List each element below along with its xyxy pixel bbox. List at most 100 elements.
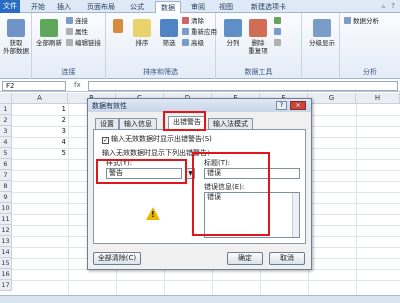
- minimize-icon[interactable]: ▵: [382, 2, 388, 10]
- row-header[interactable]: 13: [0, 236, 12, 247]
- data-analysis-button[interactable]: 数据分析: [344, 17, 379, 26]
- ok-button[interactable]: 确定: [227, 252, 263, 265]
- validation-icon: [274, 17, 281, 24]
- group-sort-filter: 排序 筛选 清除 重新应用 高级 排序和筛选: [106, 13, 217, 79]
- row-header[interactable]: 9: [0, 192, 12, 203]
- group-external-data: 获取 外部数据: [0, 13, 32, 79]
- row-header[interactable]: 14: [0, 247, 12, 258]
- row-header[interactable]: 1: [0, 104, 12, 115]
- what-if-button[interactable]: [274, 39, 283, 48]
- consolidate-icon: [274, 28, 281, 35]
- cell-a3[interactable]: 3: [50, 126, 66, 137]
- cancel-button[interactable]: 取消: [269, 252, 305, 265]
- clear-button[interactable]: 清除: [182, 17, 204, 26]
- group-caption: 连接: [61, 68, 76, 76]
- dialog-title: 数据有效性: [92, 102, 127, 110]
- row-header[interactable]: 11: [0, 214, 12, 225]
- formula-input[interactable]: [88, 81, 398, 91]
- consolidate-button[interactable]: [274, 28, 283, 37]
- tab-home[interactable]: 开始: [26, 1, 50, 13]
- row-header[interactable]: 2: [0, 115, 12, 126]
- cell-a2[interactable]: 2: [50, 115, 66, 126]
- close-icon[interactable]: ×: [290, 101, 306, 110]
- get-external-data-button[interactable]: 获取 外部数据: [3, 19, 29, 55]
- grid-line: [356, 104, 357, 295]
- group-data-tools: 分列 删除 重复项 数据工具: [216, 13, 302, 79]
- reapply-button[interactable]: 重新应用: [182, 28, 217, 37]
- remove-duplicates-button[interactable]: 删除 重复项: [246, 19, 270, 55]
- column-header[interactable]: A: [12, 93, 68, 104]
- grid-line: [12, 280, 400, 281]
- name-box[interactable]: F2: [2, 81, 66, 91]
- clear-icon: [182, 17, 189, 24]
- filter-button[interactable]: 筛选: [158, 19, 180, 47]
- tab-view[interactable]: 视图: [214, 1, 238, 13]
- column-header[interactable]: H: [356, 93, 400, 104]
- group-caption: 数据工具: [244, 68, 273, 76]
- cell-a1[interactable]: 1: [50, 104, 66, 115]
- remove-duplicates-icon: [249, 19, 267, 37]
- group-connections: 全部刷新 连接 属性 编辑链接 连接: [32, 13, 106, 79]
- show-error-alert-checkbox[interactable]: ✓ 输入无效数据时显示出错警告(S): [102, 135, 212, 144]
- ribbon: 获取 外部数据 全部刷新 连接 属性 编辑链接 连接 排序 筛选 清除 重新应用…: [0, 13, 400, 79]
- tab-file[interactable]: 文件: [0, 0, 20, 13]
- grid-line: [68, 104, 69, 295]
- advanced-button[interactable]: 高级: [182, 39, 204, 48]
- tab-data[interactable]: 数据: [155, 1, 181, 13]
- sort-asc-button[interactable]: [108, 19, 128, 35]
- data-validation-button[interactable]: [274, 17, 283, 26]
- tab-new[interactable]: 新建选项卡: [246, 1, 291, 13]
- tab-insert[interactable]: 插入: [52, 1, 76, 13]
- cell-a5[interactable]: 5: [50, 148, 66, 159]
- what-if-icon: [274, 39, 281, 46]
- highlight-error-tab: [163, 111, 206, 131]
- clear-all-button[interactable]: 全部清除(C): [93, 252, 141, 265]
- highlight-style: [96, 159, 187, 184]
- row-header[interactable]: 10: [0, 203, 12, 214]
- tab-review[interactable]: 审阅: [186, 1, 210, 13]
- group-caption: 分析: [363, 68, 377, 76]
- tab-settings[interactable]: 设置: [95, 118, 119, 129]
- tab-input-message[interactable]: 输入信息: [119, 118, 157, 129]
- refresh-icon: [40, 19, 58, 37]
- fx-icon[interactable]: fx: [74, 81, 81, 89]
- edit-links-button[interactable]: 编辑链接: [66, 39, 101, 48]
- properties-button[interactable]: 属性: [66, 28, 88, 37]
- select-all-corner[interactable]: [0, 93, 12, 104]
- row-header[interactable]: 6: [0, 159, 12, 170]
- row-header[interactable]: 3: [0, 126, 12, 137]
- sort-button[interactable]: 排序: [130, 19, 154, 47]
- scrollbar[interactable]: [292, 193, 299, 237]
- row-header[interactable]: 12: [0, 225, 12, 236]
- sort-dialog-icon: [133, 19, 151, 37]
- row-header[interactable]: 5: [0, 148, 12, 159]
- tab-formulas[interactable]: 公式: [125, 1, 149, 13]
- row-header[interactable]: 4: [0, 137, 12, 148]
- status-bar: [0, 295, 400, 303]
- formula-bar: F2 fx: [0, 80, 400, 92]
- tab-page-layout[interactable]: 页面布局: [82, 1, 120, 13]
- help-icon[interactable]: ?: [276, 101, 287, 110]
- column-header[interactable]: G: [308, 93, 356, 104]
- properties-icon: [66, 28, 73, 35]
- outline-icon: [313, 19, 331, 37]
- reapply-icon: [182, 28, 189, 35]
- tab-ime-mode[interactable]: 输入法模式: [208, 118, 253, 129]
- advanced-icon: [182, 39, 189, 46]
- connections-button[interactable]: 连接: [66, 17, 88, 26]
- row-header[interactable]: 15: [0, 258, 12, 269]
- window-controls[interactable]: ▵ ?: [382, 2, 397, 10]
- row-header[interactable]: 16: [0, 269, 12, 280]
- cell-a4[interactable]: 4: [50, 137, 66, 148]
- group-analysis: 数据分析 分析: [340, 13, 400, 79]
- help-icon[interactable]: ?: [391, 2, 397, 10]
- row-header[interactable]: 17: [0, 280, 12, 291]
- warning-icon: !: [146, 207, 160, 220]
- refresh-all-button[interactable]: 全部刷新: [35, 19, 63, 47]
- outline-button[interactable]: 分级显示: [306, 19, 338, 47]
- highlight-title-message: [192, 152, 270, 236]
- checkbox-icon: ✓: [102, 137, 109, 144]
- text-to-columns-button[interactable]: 分列: [222, 19, 244, 47]
- row-header[interactable]: 8: [0, 181, 12, 192]
- row-header[interactable]: 7: [0, 170, 12, 181]
